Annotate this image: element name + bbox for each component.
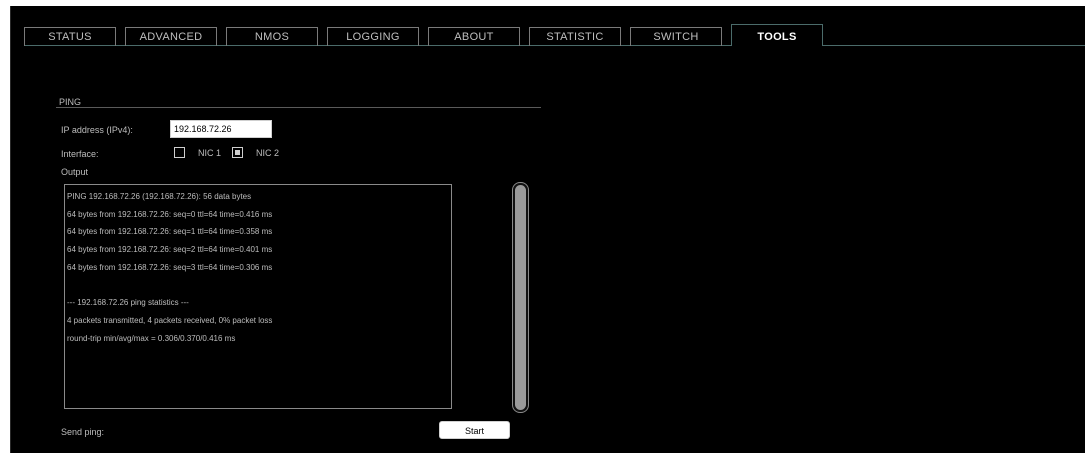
output-line: round-trip min/avg/max = 0.306/0.370/0.4… bbox=[67, 333, 236, 343]
tab-tools[interactable]: TOOLS bbox=[731, 24, 823, 46]
tab-about[interactable]: ABOUT bbox=[428, 27, 520, 46]
output-scrollbar[interactable] bbox=[512, 182, 529, 413]
nic2-checkbox[interactable] bbox=[232, 147, 243, 158]
tab-status[interactable]: STATUS bbox=[24, 27, 116, 46]
nic1-option[interactable]: NIC 1 bbox=[174, 147, 221, 158]
interface-label: Interface: bbox=[61, 149, 99, 159]
output-line: 64 bytes from 192.168.72.26: seq=3 ttl=6… bbox=[67, 262, 273, 272]
output-line: 4 packets transmitted, 4 packets receive… bbox=[67, 315, 273, 325]
ip-address-input[interactable] bbox=[170, 120, 272, 138]
output-line: PING 192.168.72.26 (192.168.72.26): 56 d… bbox=[67, 192, 252, 201]
tab-switch[interactable]: SWITCH bbox=[630, 27, 722, 46]
output-line: 64 bytes from 192.168.72.26: seq=2 ttl=6… bbox=[67, 245, 273, 255]
main-frame: STATUS ADVANCED NMOS LOGGING ABOUT STATI… bbox=[10, 6, 1085, 453]
nic1-label: NIC 1 bbox=[198, 147, 222, 158]
start-button[interactable]: Start bbox=[439, 421, 510, 439]
output-line: 64 bytes from 192.168.72.26: seq=0 ttl=6… bbox=[67, 209, 273, 219]
ping-output-textarea[interactable]: PING 192.168.72.26 (192.168.72.26): 56 d… bbox=[64, 184, 452, 409]
tab-logging[interactable]: LOGGING bbox=[327, 27, 419, 46]
tab-bar: STATUS ADVANCED NMOS LOGGING ABOUT STATI… bbox=[24, 24, 832, 46]
nic1-checkbox[interactable] bbox=[174, 147, 185, 158]
section-divider bbox=[56, 107, 541, 108]
tab-advanced[interactable]: ADVANCED bbox=[125, 27, 217, 46]
ip-address-label: IP address (IPv4): bbox=[61, 125, 133, 135]
scrollbar-thumb[interactable] bbox=[515, 185, 526, 410]
send-ping-label: Send ping: bbox=[61, 427, 105, 437]
output-line: --- 192.168.72.26 ping statistics --- bbox=[67, 298, 189, 308]
nic2-label: NIC 2 bbox=[256, 147, 280, 158]
tab-nmos[interactable]: NMOS bbox=[226, 27, 318, 46]
ping-section-title: PING bbox=[59, 97, 82, 107]
output-label: Output bbox=[61, 167, 89, 177]
output-line: 64 bytes from 192.168.72.26: seq=1 ttl=6… bbox=[67, 227, 273, 237]
nic2-option[interactable]: NIC 2 bbox=[232, 147, 279, 158]
tab-statistic[interactable]: STATISTIC bbox=[529, 27, 621, 46]
